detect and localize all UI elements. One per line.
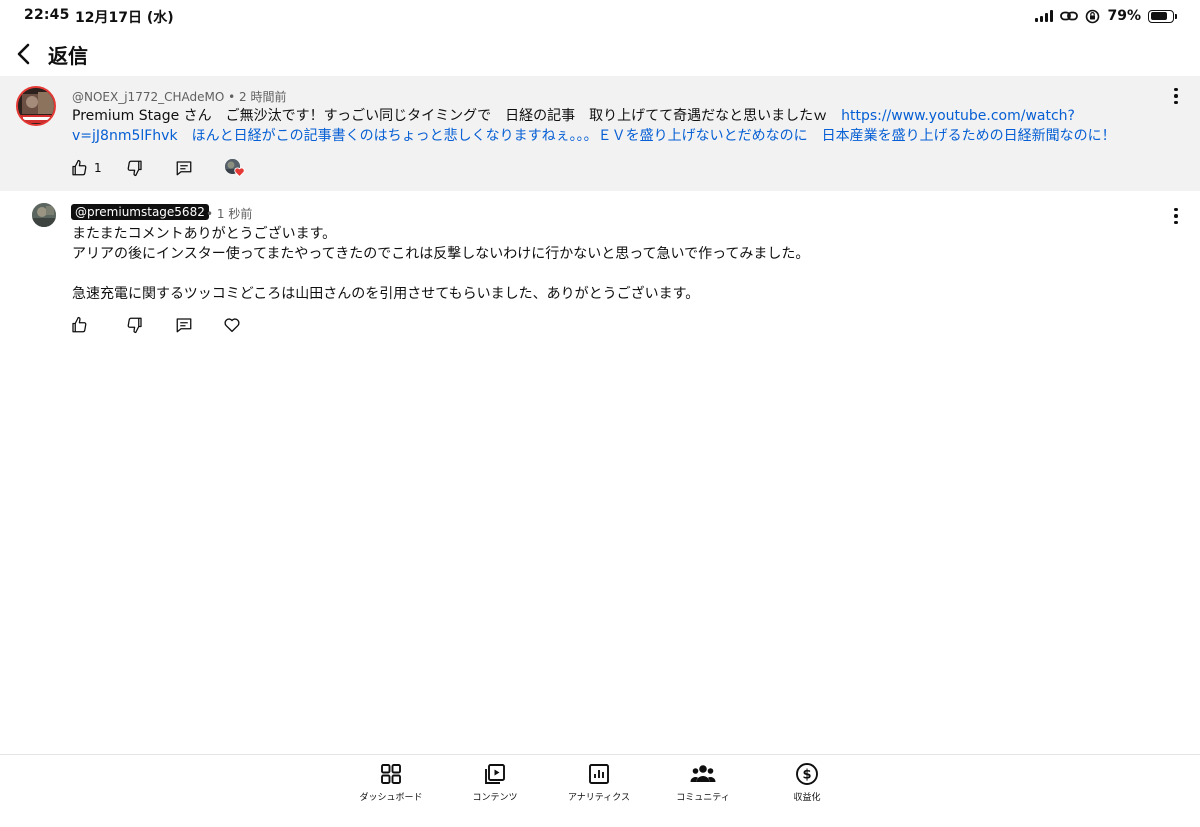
reply-button[interactable] — [175, 316, 223, 334]
dislike-button[interactable] — [126, 159, 175, 177]
status-indicators: 79% — [1035, 6, 1177, 26]
content-icon — [485, 764, 505, 784]
author-handle-badge[interactable]: @premiumstage5682 — [71, 204, 209, 220]
more-options-button[interactable] — [1166, 84, 1186, 108]
heart-outline-icon — [224, 318, 240, 333]
comment-time: 1 秒前 — [216, 207, 253, 221]
avatar[interactable] — [16, 86, 56, 126]
status-date: 12月17日 (水) — [75, 10, 174, 26]
heart-icon — [234, 167, 245, 177]
nav-label: アナリティクス — [567, 793, 630, 803]
nav-content[interactable]: コンテンツ — [450, 761, 540, 803]
analytics-icon — [589, 764, 609, 784]
like-button[interactable]: 1 — [70, 159, 126, 177]
thumbs-up-icon — [72, 159, 87, 176]
reply-text-line: アリアの後にインスター使ってまたやってきたのでこれは反撃しないわけに行かないと思… — [72, 246, 810, 262]
like-count: 1 — [94, 161, 102, 175]
heart-button[interactable] — [223, 316, 241, 334]
nav-label: コンテンツ — [472, 793, 518, 803]
battery-percentage: 79% — [1107, 8, 1141, 24]
avatar-image — [18, 88, 54, 124]
nav-community[interactable]: コミュニティ — [658, 761, 748, 803]
nav-dashboard[interactable]: ダッシュボード — [346, 761, 436, 803]
community-icon — [690, 765, 716, 782]
status-time: 22:45 — [24, 7, 70, 23]
more-options-button[interactable] — [1166, 204, 1186, 228]
reply-comment-icon — [176, 161, 192, 176]
back-button[interactable] — [10, 38, 38, 70]
thumbs-down-icon — [127, 160, 142, 177]
nav-label: ダッシュボード — [359, 793, 423, 803]
comment-meta: • 1 秒前 — [206, 205, 252, 222]
reply-button[interactable] — [175, 159, 223, 177]
bottom-navigation: ダッシュボード コンテンツ アナリティクス コミュニティ $ 収益化 — [0, 754, 1200, 827]
reply-text-line: またまたコメントありがとうございます。 — [72, 226, 337, 242]
nav-monetization[interactable]: $ 収益化 — [762, 761, 852, 803]
comment-text: Premium Stage さん ご無沙汰です！すっごい同じタイミングで 日経の… — [72, 106, 1176, 146]
comment-author[interactable]: @NOEX_j1772_CHAdeMO — [72, 90, 224, 104]
reply-comment-icon — [176, 318, 192, 333]
dollar-icon: $ — [796, 763, 818, 785]
reply-text: またまたコメントありがとうございます。 アリアの後にインスター使ってまたやってき… — [72, 224, 1152, 304]
link-icon — [1060, 11, 1079, 21]
nav-label: コミュニティ — [676, 793, 730, 803]
comment-time: 2 時間前 — [239, 90, 287, 104]
comment-actions — [70, 313, 241, 337]
status-bar: 22:45 12月17日 (水) 79% — [0, 0, 1200, 34]
thumbs-up-icon — [72, 316, 87, 333]
battery-icon — [1148, 9, 1177, 23]
comment-text-before-link: Premium Stage さん ご無沙汰です！すっごい同じタイミングで 日経の… — [72, 108, 842, 124]
meta-separator: • — [228, 90, 236, 104]
creator-heart-badge — [223, 157, 245, 179]
nav-analytics[interactable]: アナリティクス — [554, 761, 644, 803]
comment-actions: 1 — [70, 156, 245, 180]
thumbs-down-icon — [127, 317, 142, 334]
dislike-button[interactable] — [126, 316, 175, 334]
header: 返信 — [0, 34, 1200, 76]
nav-label: 収益化 — [793, 793, 821, 803]
comment-text-after-link: ほんと日経がこの記事書くのはちょっと悲しくなりますねぇ。。。ＥＶを盛り上げないと… — [177, 128, 1116, 144]
chevron-left-icon — [17, 43, 30, 65]
avatar-image — [32, 203, 56, 227]
like-button[interactable] — [70, 316, 126, 334]
cellular-signal-icon — [1035, 10, 1054, 22]
avatar[interactable] — [32, 203, 56, 227]
page-title: 返信 — [48, 44, 88, 68]
meta-separator: • — [206, 207, 214, 221]
dashboard-icon — [381, 764, 401, 784]
svg-text:$: $ — [802, 768, 811, 783]
battery-level — [1150, 12, 1168, 20]
parent-comment: @NOEX_j1772_CHAdeMO • 2 時間前 Premium Stag… — [0, 76, 1200, 191]
comment-meta: @NOEX_j1772_CHAdeMO • 2 時間前 — [72, 88, 286, 105]
orientation-lock-icon — [1086, 9, 1100, 23]
reply-text-line: 急速充電に関するツッコミどころは山田さんのを引用させてもらいました、ありがとうご… — [72, 286, 700, 302]
